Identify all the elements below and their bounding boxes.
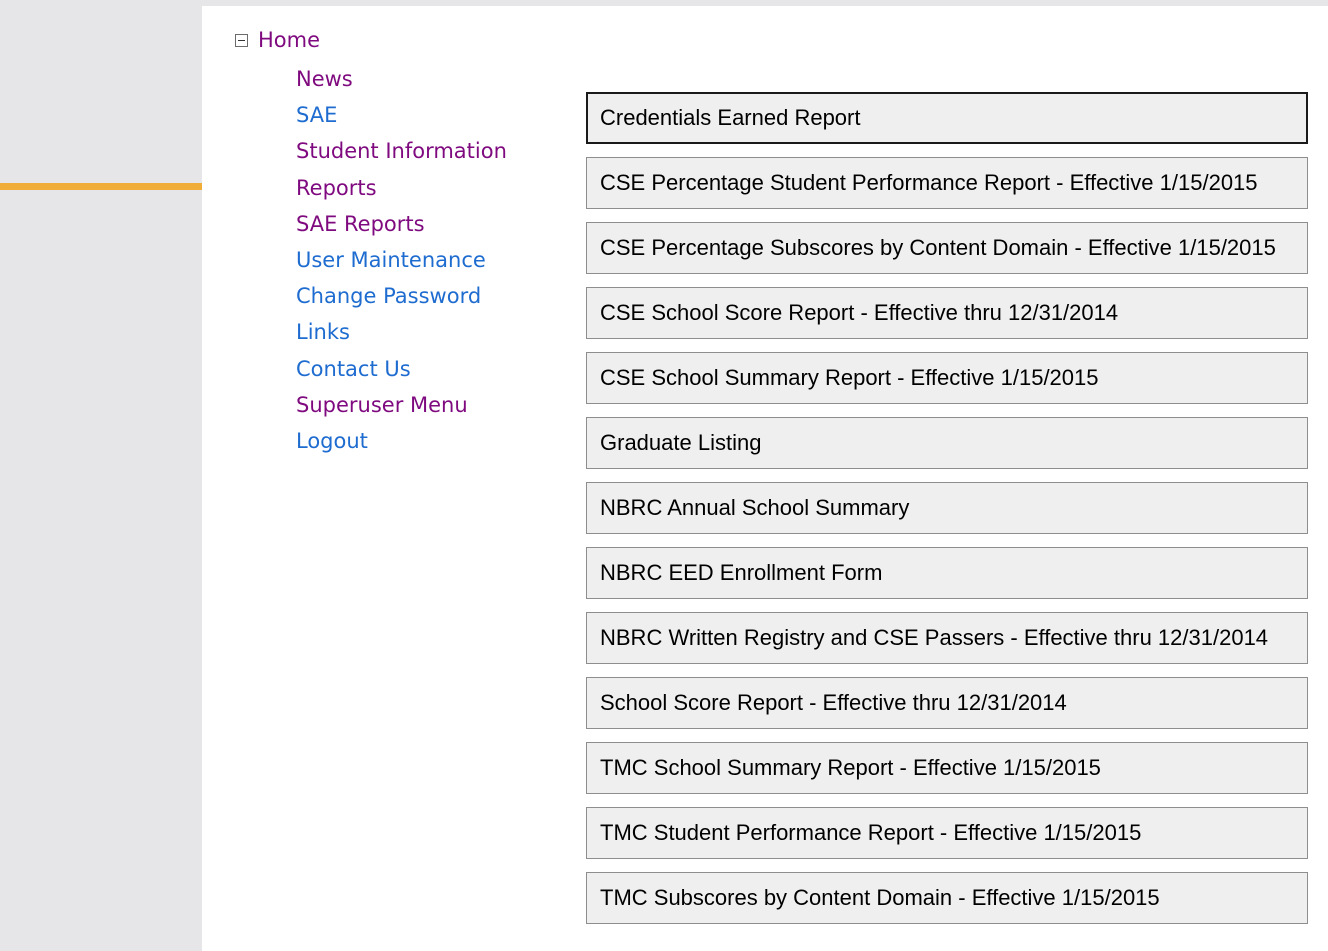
report-button-cse-school-score[interactable]: CSE School Score Report - Effective thru… [586,287,1308,339]
nav-item-links[interactable]: Links [296,319,350,345]
report-button-credentials-earned[interactable]: Credentials Earned Report [586,92,1308,144]
nav-item-logout[interactable]: Logout [296,428,368,454]
report-button-tmc-school-summary[interactable]: TMC School Summary Report - Effective 1/… [586,742,1308,794]
report-button-tmc-subscores[interactable]: TMC Subscores by Content Domain - Effect… [586,872,1308,924]
report-button-tmc-student-performance[interactable]: TMC Student Performance Report - Effecti… [586,807,1308,859]
report-button-nbrc-eed-enrollment[interactable]: NBRC EED Enrollment Form [586,547,1308,599]
nav-item-superuser-menu[interactable]: Superuser Menu [296,392,468,418]
report-button-cse-pct-student-performance[interactable]: CSE Percentage Student Performance Repor… [586,157,1308,209]
nav-item-change-password[interactable]: Change Password [296,283,481,309]
nav-item-news[interactable]: News [296,66,353,92]
nav-home-label[interactable]: Home [258,28,320,52]
nav-item-sae[interactable]: SAE [296,102,337,128]
report-button-school-score[interactable]: School Score Report - Effective thru 12/… [586,677,1308,729]
nav-item-user-maintenance[interactable]: User Maintenance [296,247,486,273]
nav-item-student-information[interactable]: Student Information [296,138,507,164]
nav-item-contact-us[interactable]: Contact Us [296,356,411,382]
report-button-cse-school-summary[interactable]: CSE School Summary Report - Effective 1/… [586,352,1308,404]
report-button-cse-pct-subscores[interactable]: CSE Percentage Subscores by Content Doma… [586,222,1308,274]
nav-item-sae-reports[interactable]: SAE Reports [296,211,425,237]
report-button-nbrc-annual-school-summary[interactable]: NBRC Annual School Summary [586,482,1308,534]
collapse-icon[interactable] [235,33,248,47]
nav-home[interactable]: Home [235,28,320,52]
report-button-graduate-listing[interactable]: Graduate Listing [586,417,1308,469]
nav-item-reports[interactable]: Reports [296,175,377,201]
report-button-nbrc-written-registry[interactable]: NBRC Written Registry and CSE Passers - … [586,612,1308,664]
